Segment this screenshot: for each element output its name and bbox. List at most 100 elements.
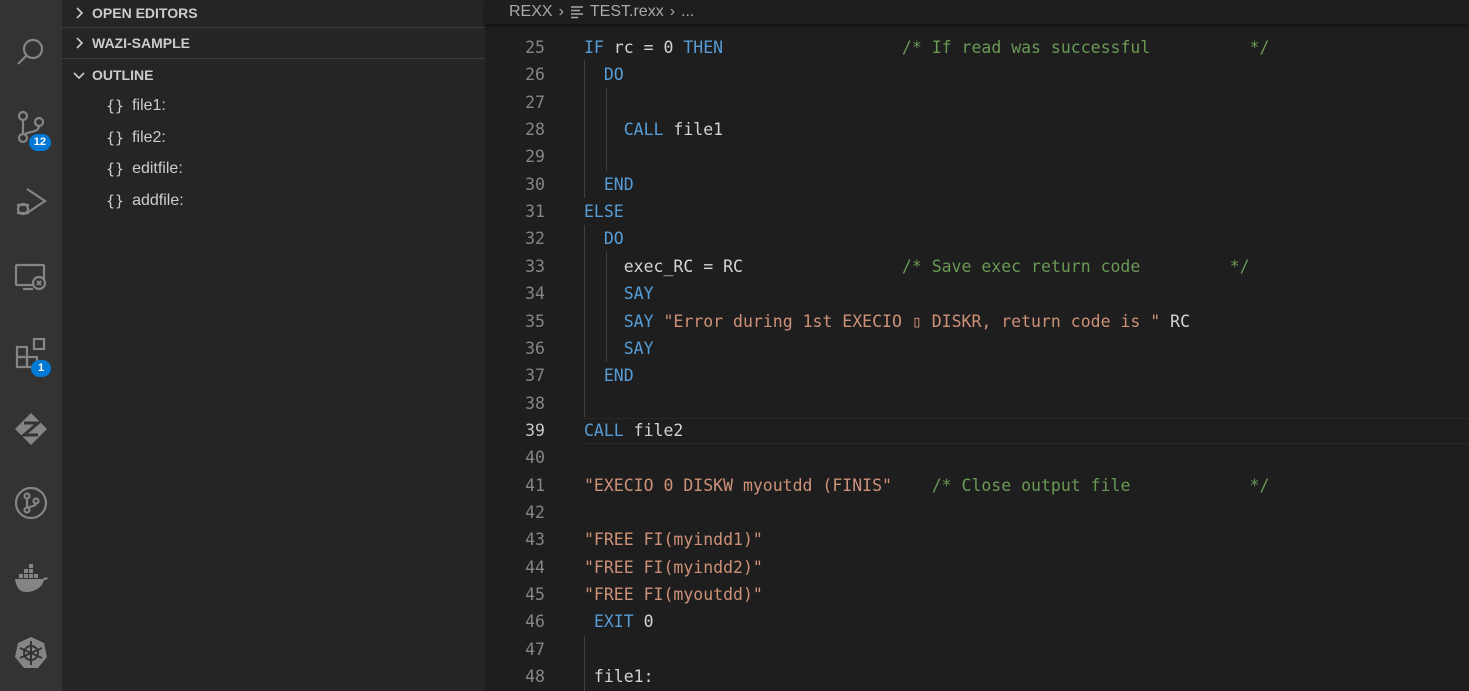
git-graph-button[interactable]: [0, 472, 62, 534]
line-code: END: [584, 175, 634, 194]
code-token: file1:: [584, 667, 654, 687]
code-line[interactable]: 44 "FREE FI(myindd2)": [485, 554, 1469, 581]
explorer-sidebar: OPEN EDITORS WAZI-SAMPLE OUTLINE {} file…: [62, 0, 485, 691]
code-line[interactable]: 26 DO: [485, 61, 1469, 88]
line-number: 25: [525, 38, 545, 57]
breadcrumb-symbol[interactable]: ...: [681, 3, 694, 21]
extensions-button[interactable]: 1: [0, 322, 62, 384]
code-token: END: [603, 366, 634, 386]
outline-item-addfile[interactable]: {} addfile:: [106, 186, 184, 216]
code-line[interactable]: 31 ELSE: [485, 198, 1469, 225]
breadcrumb-file[interactable]: TEST.rexx: [590, 3, 664, 21]
code-line[interactable]: 28 CALL file1: [485, 116, 1469, 143]
code-line[interactable]: 37 END: [485, 362, 1469, 389]
docker-button[interactable]: [0, 548, 62, 610]
kubernetes-button[interactable]: [0, 622, 62, 684]
code-editor[interactable]: REXX › TEST.rexx › ... 25 IF rc = 0 THEN …: [485, 0, 1469, 691]
code-token: CALL: [623, 120, 664, 140]
outline-item-label: file1:: [132, 97, 166, 114]
code-token: "FREE FI(myindd1)": [584, 530, 763, 550]
line-code: CALL file2: [584, 421, 683, 440]
code-token: SAY: [623, 284, 654, 304]
code-token: EXIT: [593, 612, 634, 632]
outline-item-editfile[interactable]: {} editfile:: [106, 154, 183, 184]
run-debug-button[interactable]: [0, 170, 62, 232]
code-line[interactable]: 35 SAY "Error during 1st EXECIO ▯ DISKR,…: [485, 308, 1469, 335]
code-token: DO: [603, 229, 624, 249]
code-token: "FREE FI(myindd2)": [584, 557, 763, 577]
code-line[interactable]: 29: [485, 143, 1469, 170]
kubernetes-icon: [15, 637, 47, 668]
code-token: "Error during 1st EXECIO ▯ DISKR, return…: [663, 311, 1161, 331]
code-line[interactable]: 38: [485, 390, 1469, 417]
code-token: /* Save exec return code */: [901, 256, 1250, 276]
line-number: 43: [525, 530, 545, 550]
docker-icon: [15, 564, 48, 592]
line-number: 47: [525, 639, 545, 659]
code-line[interactable]: 25 IF rc = 0 THEN /* If read was successf…: [485, 34, 1469, 61]
code-line[interactable]: 47: [485, 636, 1469, 663]
line-code: DO: [584, 65, 624, 84]
remote-explorer-button[interactable]: [0, 246, 62, 308]
line-number: 41: [525, 475, 545, 495]
code-line[interactable]: 39 CALL file2: [485, 417, 1469, 444]
line-code: "EXECIO 0 DISKW myoutdd (FINIS" /* Close…: [584, 476, 1269, 495]
code-line[interactable]: 48 file1:: [485, 663, 1469, 690]
zowe-explorer-button[interactable]: [0, 398, 62, 460]
section-wazi-sample[interactable]: WAZI-SAMPLE: [62, 30, 485, 56]
run-debug-icon: [16, 188, 47, 216]
outline-item-file1[interactable]: {} file1:: [106, 91, 166, 121]
code-token: rc = 0: [603, 38, 684, 57]
code-line[interactable]: 43 "FREE FI(myindd1)": [485, 526, 1469, 553]
line-number: 36: [525, 338, 545, 358]
line-code: "FREE FI(myindd1)": [584, 530, 763, 549]
section-open-editors[interactable]: OPEN EDITORS: [62, 0, 485, 26]
activity-bar: 12 1: [0, 0, 62, 691]
section-outline[interactable]: OUTLINE: [62, 62, 485, 88]
code-token: "EXECIO 0 DISKW myoutdd (FINIS": [584, 475, 892, 495]
outline-item-file2[interactable]: {} file2:: [106, 123, 166, 153]
code-line[interactable]: 36 SAY: [485, 335, 1469, 362]
line-code: "FREE FI(myindd2)": [584, 558, 763, 577]
code-token: file2: [623, 420, 684, 440]
line-number: 44: [525, 557, 545, 577]
code-line[interactable]: 46 EXIT 0: [485, 608, 1469, 635]
code-line[interactable]: 30 END: [485, 171, 1469, 198]
zowe-explorer-icon: [15, 413, 47, 445]
source-control-button[interactable]: 12: [0, 96, 62, 158]
code-line[interactable]: 40: [485, 444, 1469, 471]
section-wazi-sample-label: WAZI-SAMPLE: [92, 35, 190, 51]
code-line[interactable]: 27: [485, 89, 1469, 116]
code-token: THEN: [683, 38, 724, 57]
line-number: 46: [525, 612, 545, 632]
line-code: SAY "Error during 1st EXECIO ▯ DISKR, re…: [584, 312, 1190, 331]
source-control-badge: 12: [28, 134, 51, 151]
code-line[interactable]: 41 "EXECIO 0 DISKW myoutdd (FINIS" /* Clo…: [485, 472, 1469, 499]
search-icon: [17, 38, 44, 65]
git-graph-icon: [14, 486, 48, 520]
line-code: END: [584, 366, 634, 385]
line-code: DO: [584, 229, 624, 248]
line-code: file1:: [584, 667, 654, 686]
code-line[interactable]: 45 "FREE FI(myoutdd)": [485, 581, 1469, 608]
code-line[interactable]: 32 DO: [485, 225, 1469, 252]
code-line[interactable]: 34 SAY: [485, 280, 1469, 307]
section-open-editors-label: OPEN EDITORS: [92, 5, 198, 21]
code-line[interactable]: 33 exec_RC = RC /* Save exec return code…: [485, 253, 1469, 280]
symbol-namespace-icon: {}: [106, 192, 125, 210]
line-number: 37: [525, 366, 545, 386]
line-number: 34: [525, 284, 545, 304]
code-token: SAY: [623, 338, 654, 358]
code-line[interactable]: 42: [485, 499, 1469, 526]
line-number: 39: [525, 420, 545, 440]
search-button[interactable]: [0, 22, 62, 84]
breadcrumb-folder[interactable]: REXX: [509, 3, 553, 21]
breadcrumb: REXX › TEST.rexx › ...: [485, 0, 1469, 24]
